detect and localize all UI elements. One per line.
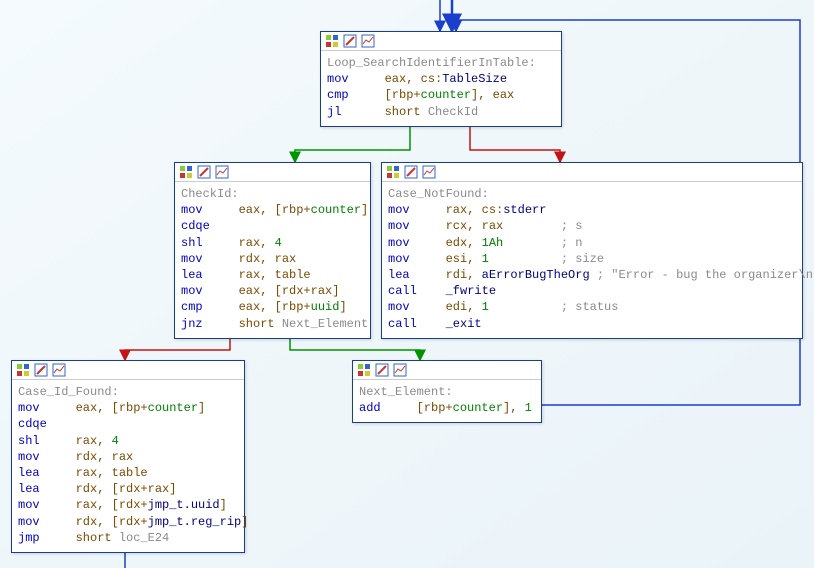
edit-icon[interactable]	[343, 34, 357, 48]
asm-body: Loop_SearchIdentifierInTable: mov eax, c…	[321, 51, 561, 126]
node-titlebar	[321, 32, 561, 51]
palette-icon[interactable]	[357, 363, 371, 377]
node-next[interactable]: Next_Element: add [rbp+counter], 1	[352, 360, 542, 423]
asm-body: Next_Element: add [rbp+counter], 1	[353, 380, 541, 422]
graph-icon[interactable]	[393, 363, 407, 377]
palette-icon[interactable]	[386, 165, 400, 179]
node-titlebar	[175, 163, 370, 182]
asm-body: Case_NotFound: mov rax, cs:stderr mov rc…	[382, 182, 802, 338]
asm-body: CheckId: mov eax, [rbp+counter] cdqe shl…	[175, 182, 370, 338]
edit-icon[interactable]	[404, 165, 418, 179]
graph-icon[interactable]	[361, 34, 375, 48]
edit-icon[interactable]	[34, 363, 48, 377]
node-titlebar	[382, 163, 802, 182]
edit-icon[interactable]	[375, 363, 389, 377]
node-checkid[interactable]: CheckId: mov eax, [rbp+counter] cdqe shl…	[174, 162, 371, 339]
node-found[interactable]: Case_Id_Found: mov eax, [rbp+counter] cd…	[11, 360, 245, 553]
palette-icon[interactable]	[325, 34, 339, 48]
node-titlebar	[12, 361, 244, 380]
graph-icon[interactable]	[52, 363, 66, 377]
node-titlebar	[353, 361, 541, 380]
asm-body: Case_Id_Found: mov eax, [rbp+counter] cd…	[12, 380, 244, 552]
graph-icon[interactable]	[422, 165, 436, 179]
edit-icon[interactable]	[197, 165, 211, 179]
node-notfound[interactable]: Case_NotFound: mov rax, cs:stderr mov rc…	[381, 162, 803, 339]
node-loop[interactable]: Loop_SearchIdentifierInTable: mov eax, c…	[320, 31, 562, 127]
graph-icon[interactable]	[215, 165, 229, 179]
palette-icon[interactable]	[179, 165, 193, 179]
palette-icon[interactable]	[16, 363, 30, 377]
